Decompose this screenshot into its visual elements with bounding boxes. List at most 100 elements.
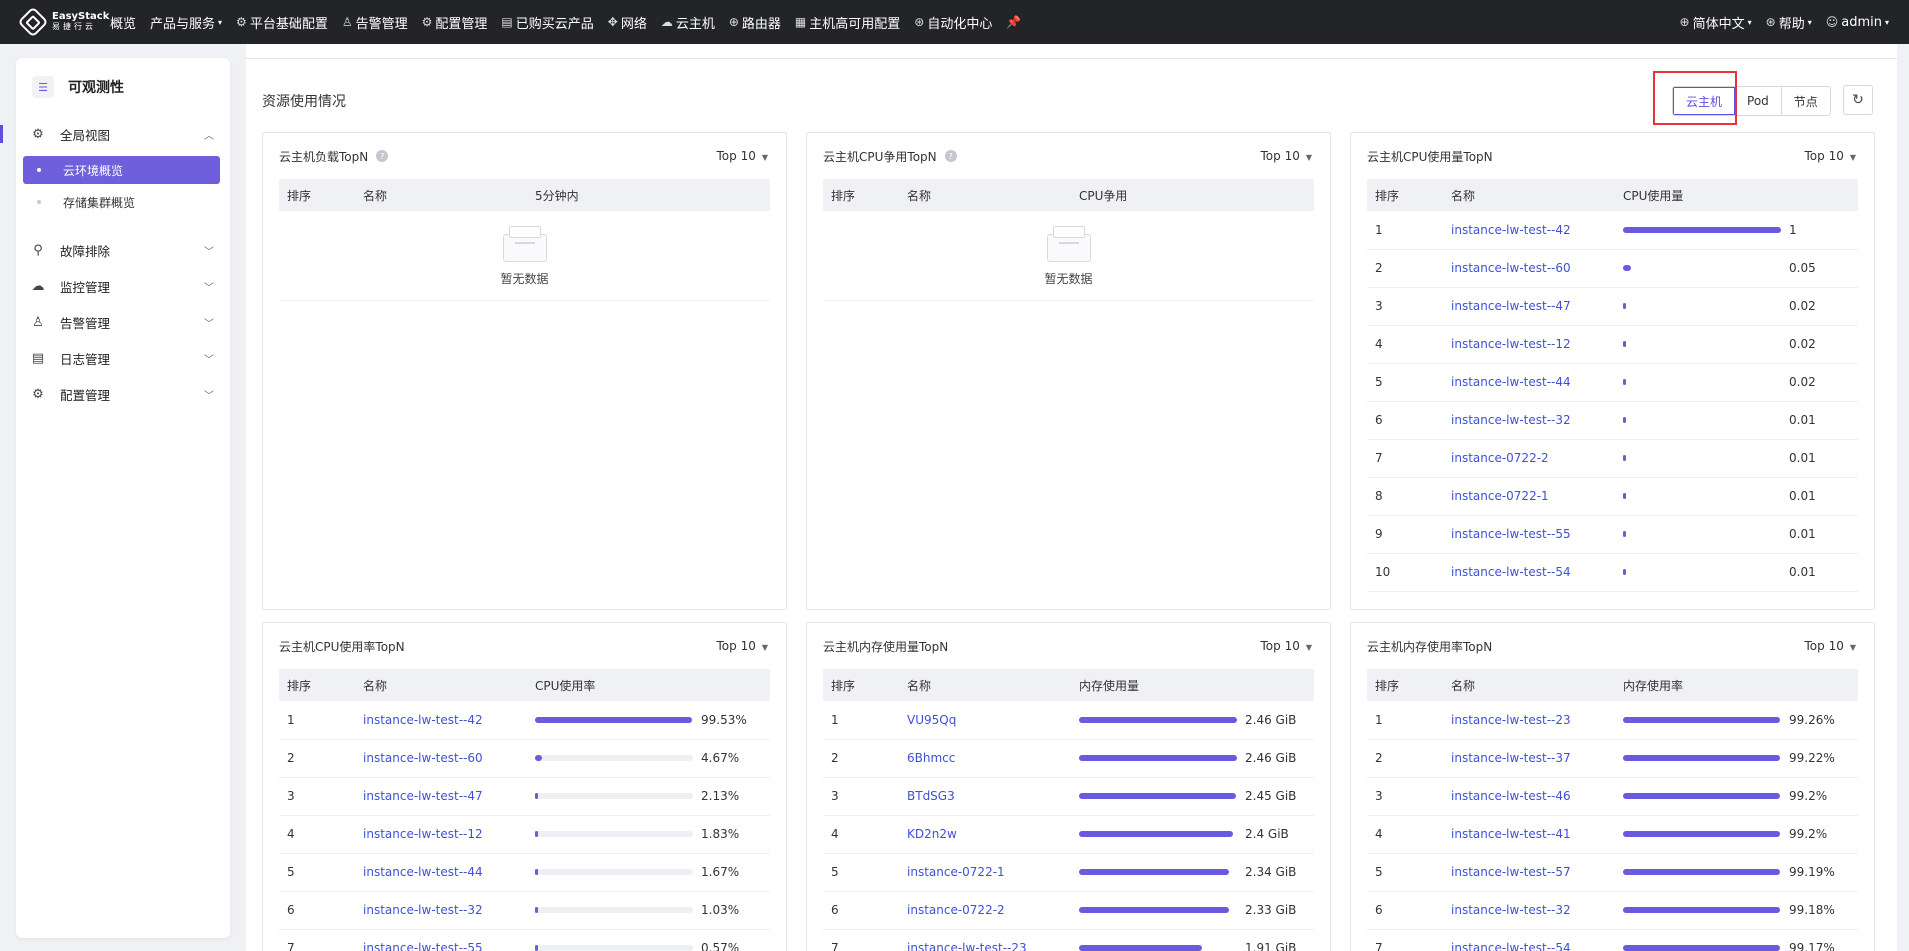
instance-link[interactable]: instance-lw-test--32 (1451, 413, 1571, 427)
instance-link[interactable]: instance-lw-test--41 (1451, 827, 1571, 841)
usage-bar (535, 945, 693, 951)
instance-link[interactable]: instance-lw-test--54 (1451, 565, 1571, 579)
user-menu[interactable]: ☺ admin ▾ (1826, 15, 1889, 30)
nav-network[interactable]: ✥ 网络 (608, 13, 647, 32)
topn-select[interactable]: Top 10 ▼ (1261, 149, 1313, 163)
instance-link[interactable]: instance-lw-test--42 (363, 713, 483, 727)
instance-link[interactable]: instance-0722-2 (907, 903, 1005, 917)
nav-platform-config[interactable]: ⚙ 平台基础配置 (236, 13, 328, 32)
sidebar-group[interactable]: ⚙ 全局视图 ︿ (0, 116, 230, 152)
refresh-button[interactable]: ↻ (1843, 85, 1873, 115)
topn-select[interactable]: Top 10 ▼ (1805, 639, 1857, 653)
rank-cell: 5 (823, 853, 899, 892)
metric-value: 2.13% (701, 789, 740, 803)
topn-select[interactable]: Top 10 ▼ (1261, 639, 1313, 653)
rank-cell: 6 (823, 891, 899, 930)
table-row: 5 instance-lw-test--44 0.02 (1367, 363, 1858, 402)
instance-link[interactable]: KD2n2w (907, 827, 957, 841)
help-icon[interactable]: ? (944, 150, 957, 162)
sidebar-group[interactable]: ⚙ 配置管理 ﹀ (16, 376, 230, 412)
topn-select[interactable]: Top 10 ▼ (1805, 149, 1857, 163)
nav-icon: ▦ (794, 15, 807, 29)
nav-ha[interactable]: ▦ 主机高可用配置 (795, 13, 900, 32)
topn-select[interactable]: Top 10 ▼ (717, 149, 769, 163)
group-label: 全局视图 (60, 127, 111, 143)
instance-link[interactable]: instance-lw-test--44 (363, 865, 483, 879)
usage-bar-fill (1079, 869, 1230, 875)
topn-select[interactable]: Top 10 ▼ (717, 639, 769, 653)
instance-link[interactable]: instance-lw-test--12 (363, 827, 483, 841)
metric-value: 99.17% (1789, 941, 1835, 951)
instance-link[interactable]: instance-0722-2 (1451, 451, 1549, 465)
topn-card: 云主机内存使用量TopN Top 10 ▼ 排序 名称 内存使用量 1 VU95Qq 2.46 … (806, 622, 1331, 951)
nav-products[interactable]: 产品与服务 ▾ (150, 13, 222, 32)
instance-link[interactable]: 6Bhmcc (907, 751, 955, 765)
table-row: 1 instance-lw-test--42 1 (1367, 211, 1858, 250)
rank-cell: 9 (1367, 515, 1443, 554)
instance-link[interactable]: instance-lw-test--60 (363, 751, 483, 765)
instance-link[interactable]: instance-0722-1 (1451, 489, 1549, 503)
nav-alerts[interactable]: ♙ 告警管理 (342, 13, 408, 32)
instance-link[interactable]: instance-0722-1 (907, 865, 1005, 879)
table-row: 6 instance-lw-test--32 99.18% (1367, 891, 1858, 930)
instance-link[interactable]: instance-lw-test--54 (1451, 941, 1571, 951)
sidebar-group[interactable]: ▤ 日志管理 ﹀ (16, 340, 230, 376)
nav-config[interactable]: ⚙ 配置管理 (422, 13, 488, 32)
instance-link[interactable]: instance-lw-test--55 (1451, 527, 1571, 541)
instance-link[interactable]: BTdSG3 (907, 789, 955, 803)
instance-link[interactable]: instance-lw-test--23 (1451, 713, 1571, 727)
instance-link[interactable]: instance-lw-test--55 (363, 941, 483, 951)
instance-link[interactable]: instance-lw-test--12 (1451, 337, 1571, 351)
nav-icon: ☁ (660, 15, 673, 29)
nav-overview[interactable]: 概览 (110, 13, 136, 32)
group-label: 配置管理 (60, 387, 111, 403)
instance-link[interactable]: VU95Qq (907, 713, 956, 727)
instance-link[interactable]: instance-lw-test--42 (1451, 223, 1571, 237)
instance-link[interactable]: instance-lw-test--57 (1451, 865, 1571, 879)
table-row: 6 instance-lw-test--32 0.01 (1367, 401, 1858, 440)
chevron-down-icon: ▼ (1305, 153, 1312, 162)
instance-link[interactable]: instance-lw-test--46 (1451, 789, 1571, 803)
instance-link[interactable]: instance-lw-test--32 (1451, 903, 1571, 917)
instance-link[interactable]: instance-lw-test--47 (363, 789, 483, 803)
table-row: 3 BTdSG3 2.45 GiB (823, 777, 1314, 816)
segment-node[interactable]: 节点 (1782, 87, 1830, 115)
group-icon: ☁ (31, 278, 45, 294)
sidebar-group[interactable]: ⚲ 故障排除 ﹀ (16, 232, 230, 268)
nav-vm[interactable]: ☁ 云主机 (661, 13, 715, 32)
instance-link[interactable]: instance-lw-test--60 (1451, 261, 1571, 275)
segment-pod[interactable]: Pod (1735, 87, 1782, 115)
instance-link[interactable]: instance-lw-test--44 (1451, 375, 1571, 389)
language-selector[interactable]: ⊕ 简体中文 ▾ (1680, 13, 1752, 32)
instance-link[interactable]: instance-lw-test--23 (907, 941, 1027, 951)
metric-value: 99.19% (1789, 865, 1835, 879)
help-icon[interactable]: ? (376, 150, 389, 162)
sidebar-subitem[interactable]: 云环境概览 (23, 156, 220, 184)
help-menu[interactable]: ⊛ 帮助 ▾ (1766, 13, 1812, 32)
sidebar-group[interactable]: ☁ 监控管理 ﹀ (16, 268, 230, 304)
metric-value: 99.53% (701, 712, 747, 727)
instance-link[interactable]: instance-lw-test--37 (1451, 751, 1571, 765)
instance-link[interactable]: instance-lw-test--32 (363, 903, 483, 917)
nav-label: 路由器 (741, 16, 781, 32)
sidebar-subitem[interactable]: 存储集群概览 (23, 188, 220, 216)
table-row: 3 instance-lw-test--47 2.13% (279, 777, 770, 816)
instance-link[interactable]: instance-lw-test--47 (1451, 299, 1571, 313)
easystack-logo[interactable]: EasyStack 易捷行云 (17, 6, 110, 38)
sidebar-group[interactable]: ♙ 告警管理 ﹀ (16, 304, 230, 340)
rank-cell: 3 (279, 777, 355, 816)
nav-automation[interactable]: ⊛ 自动化中心 (914, 13, 992, 32)
metric-value: 99.22% (1789, 751, 1835, 765)
rank-cell: 2 (279, 739, 355, 778)
usage-bar (1079, 907, 1237, 913)
metric-value: 0.05 (1789, 261, 1816, 275)
col-header-name: 名称 (899, 179, 1071, 211)
empty-text: 暂无数据 (1044, 272, 1093, 286)
segment-vm[interactable]: 云主机 (1673, 87, 1736, 115)
menu-toggle-icon[interactable]: ☰ (32, 76, 54, 98)
nav-purchased[interactable]: ▤ 已购买云产品 (501, 13, 593, 32)
nav-router[interactable]: ⊕ 路由器 (729, 13, 781, 32)
nav-pin[interactable]: 📌 (1006, 15, 1024, 29)
usage-bar (1623, 341, 1781, 347)
nav-label: 告警管理 (355, 16, 408, 32)
